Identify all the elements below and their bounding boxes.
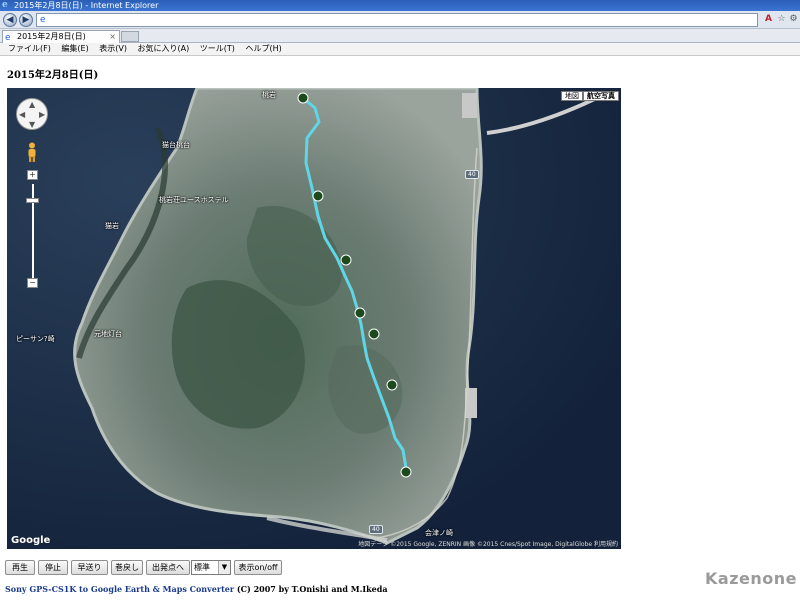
footer-link[interactable]: Sony GPS-CS1K to Google Earth & Maps Con… xyxy=(5,584,234,594)
place-label: 桃岩 xyxy=(262,91,276,99)
close-icon[interactable]: × xyxy=(109,31,116,43)
place-label: 桃岩荘ユースホステル xyxy=(159,196,229,204)
menu-file[interactable]: ファイル(F) xyxy=(8,43,51,55)
forward-icon[interactable]: ▶ xyxy=(19,13,33,27)
window-titlebar: e 2015年2月8日(日) - Internet Explorer xyxy=(0,0,800,11)
menu-edit[interactable]: 編集(E) xyxy=(61,43,88,55)
tab-title: 2015年2月8日(日) xyxy=(17,32,86,41)
chevron-down-icon: ▼ xyxy=(218,561,230,574)
star-icon[interactable]: ☆ xyxy=(776,14,787,25)
pan-down-icon[interactable]: ▼ xyxy=(29,121,35,129)
place-label: ピーサン?崎 xyxy=(16,335,55,343)
tab-current[interactable]: e 2015年2月8日(日) × xyxy=(2,30,120,43)
to-start-button[interactable]: 出発点へ xyxy=(146,560,190,575)
place-label: 猫台桃台 xyxy=(162,141,190,149)
url-input[interactable]: e xyxy=(36,13,758,27)
place-label: 元地灯台 xyxy=(94,330,122,338)
route-badge: 40 xyxy=(465,170,479,179)
place-label: 猫岩 xyxy=(105,222,119,230)
display-toggle-button[interactable]: 表示on/off xyxy=(234,560,282,575)
zoom-slider-handle[interactable] xyxy=(26,198,39,203)
footer: Sony GPS-CS1K to Google Earth & Maps Con… xyxy=(5,584,388,594)
menu-bar: ファイル(F) 編集(E) 表示(V) お気に入り(A) ツール(T) ヘルプ(… xyxy=(0,43,800,56)
watermark: Kazenone xyxy=(705,569,797,588)
rewind-button[interactable]: 巻戻し xyxy=(111,560,143,575)
zoom-in-button[interactable]: + xyxy=(27,170,38,180)
menu-tools[interactable]: ツール(T) xyxy=(200,43,235,55)
window-title: 2015年2月8日(日) - Internet Explorer xyxy=(14,1,159,10)
address-bar: ◀ ▶ e A ☆ ⚙ xyxy=(0,11,800,29)
page-icon: e xyxy=(40,15,46,25)
map-view[interactable]: 地図 航空写真 ▲ ▼ ◀ ▶ + − 桃岩 猫台桃台 桃岩荘ユースホステル 猫… xyxy=(7,88,621,549)
stop-button[interactable]: 停止 xyxy=(38,560,68,575)
ie-logo-icon: e xyxy=(2,0,8,10)
place-label: 会津ノ崎 xyxy=(425,529,453,537)
pan-left-icon[interactable]: ◀ xyxy=(19,111,25,119)
speed-select-value: 標準 xyxy=(194,563,210,572)
menu-help[interactable]: ヘルプ(H) xyxy=(245,43,281,55)
google-logo: Google xyxy=(11,535,51,546)
satellite-imagery xyxy=(7,88,621,549)
map-type-map-button[interactable]: 地図 xyxy=(561,91,583,101)
page-icon: e xyxy=(5,33,11,43)
zoom-out-button[interactable]: − xyxy=(27,278,38,288)
route-badge: 40 xyxy=(369,525,383,534)
map-type-satellite-button[interactable]: 航空写真 xyxy=(583,91,619,101)
menu-favorites[interactable]: お気に入り(A) xyxy=(138,43,190,55)
gear-icon[interactable]: ⚙ xyxy=(788,14,799,25)
speed-select[interactable]: 標準 ▼ xyxy=(191,560,231,575)
footer-credit: (C) 2007 by T.Onishi and M.Ikeda xyxy=(234,584,388,594)
play-button[interactable]: 再生 xyxy=(5,560,35,575)
adobe-icon[interactable]: A xyxy=(763,14,774,25)
fast-forward-button[interactable]: 早送り xyxy=(71,560,108,575)
map-copyright[interactable]: 地図データ ©2015 Google, ZENRIN 画像 ©2015 Cnes… xyxy=(358,539,618,548)
page-title: 2015年2月8日(日) xyxy=(7,70,99,81)
pegman-icon[interactable] xyxy=(26,142,38,162)
pan-control[interactable]: ▲ ▼ ◀ ▶ xyxy=(16,98,48,130)
tab-strip: e 2015年2月8日(日) × xyxy=(0,29,800,43)
back-icon[interactable]: ◀ xyxy=(3,13,17,27)
pan-right-icon[interactable]: ▶ xyxy=(39,111,45,119)
new-tab-button[interactable] xyxy=(121,31,139,42)
pan-up-icon[interactable]: ▲ xyxy=(29,101,35,109)
menu-view[interactable]: 表示(V) xyxy=(99,43,127,55)
